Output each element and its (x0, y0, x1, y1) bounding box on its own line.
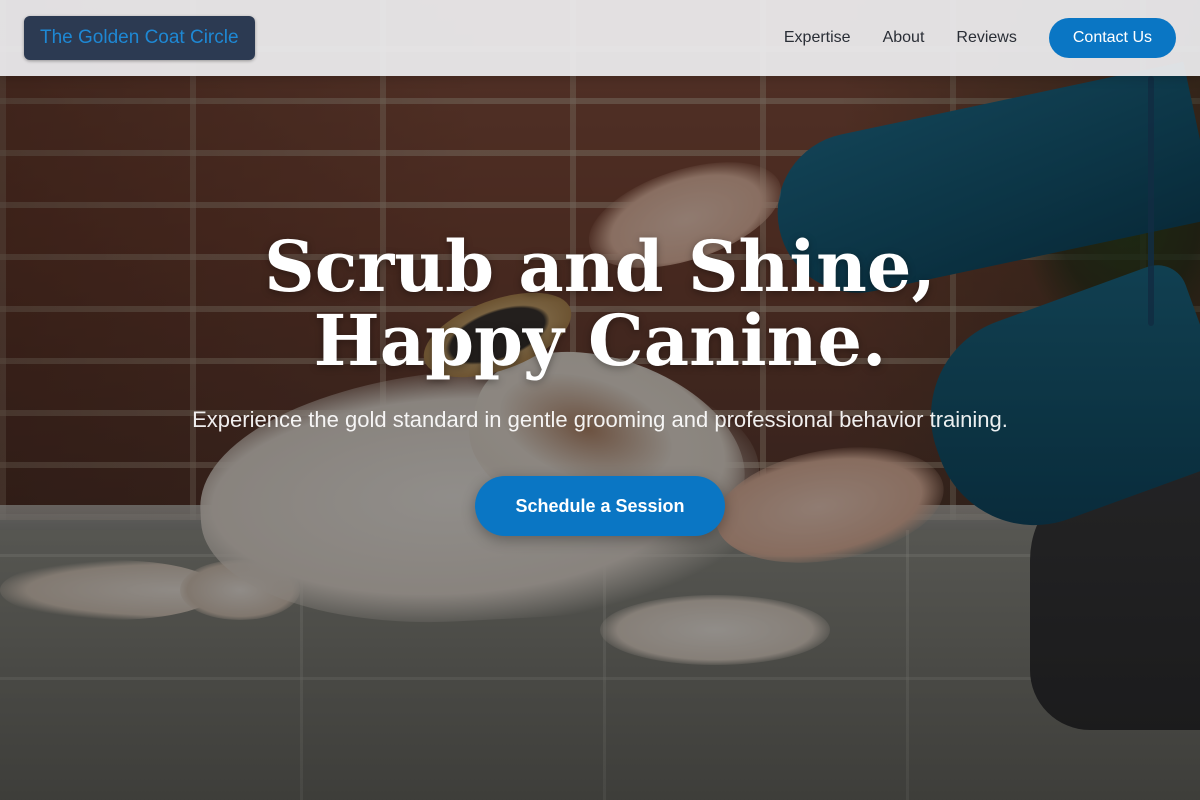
hero-subtitle: Experience the gold standard in gentle g… (192, 407, 1008, 432)
contact-us-button[interactable]: Contact Us (1048, 18, 1176, 58)
nav-link-about[interactable]: About (883, 29, 925, 47)
nav-link-reviews[interactable]: Reviews (956, 29, 1016, 47)
navbar: The Golden Coat Circle Expertise About R… (0, 0, 1200, 76)
nav-link-expertise[interactable]: Expertise (784, 29, 851, 47)
nav-links: Expertise About Reviews Contact Us (784, 18, 1176, 58)
hero-title: Scrub and Shine, Happy Canine. (264, 225, 936, 382)
hero-section: Scrub and Shine, Happy Canine. Experienc… (0, 230, 1200, 536)
brand-logo[interactable]: The Golden Coat Circle (24, 16, 255, 60)
page: The Golden Coat Circle Expertise About R… (0, 0, 1200, 800)
schedule-session-button[interactable]: Schedule a Session (475, 476, 725, 536)
